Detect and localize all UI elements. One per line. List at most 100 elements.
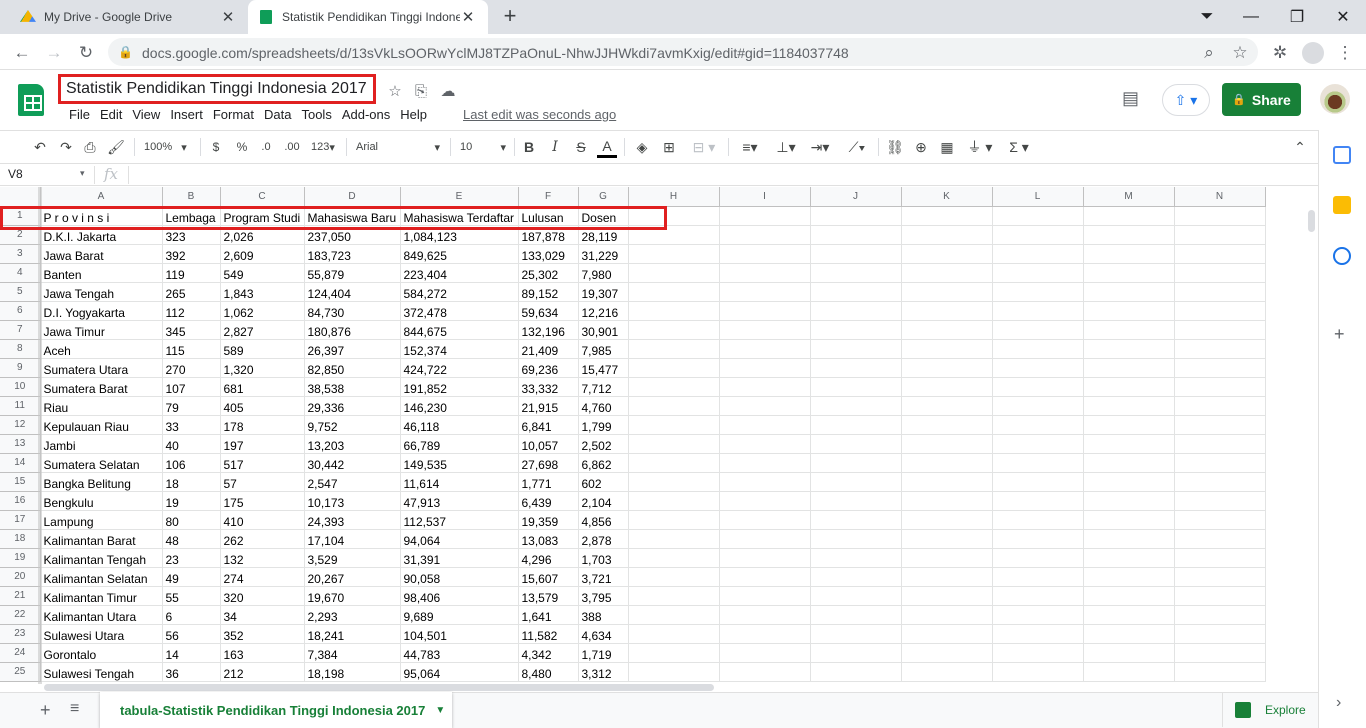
cell[interactable] — [628, 225, 720, 245]
cell[interactable]: 40 — [162, 434, 221, 454]
cell[interactable]: 55 — [162, 586, 221, 606]
cell[interactable] — [628, 453, 720, 473]
calendar-icon[interactable] — [1333, 146, 1351, 164]
cell[interactable]: 146,230 — [400, 396, 519, 416]
cell[interactable]: 133,029 — [518, 244, 579, 264]
cell[interactable]: 21,409 — [518, 339, 579, 359]
cell[interactable] — [1083, 358, 1175, 378]
all-sheets-icon[interactable]: ≡ — [70, 700, 79, 718]
cell[interactable]: 180,876 — [304, 320, 401, 340]
cell[interactable]: Riau — [40, 396, 163, 416]
cell[interactable] — [1174, 434, 1266, 454]
cell[interactable] — [628, 624, 720, 644]
cell[interactable] — [810, 510, 902, 530]
row-header[interactable]: 3 — [0, 244, 41, 264]
column-header[interactable]: N — [1174, 187, 1266, 207]
row-header[interactable]: 12 — [0, 415, 41, 435]
cell[interactable]: 2,104 — [578, 491, 629, 511]
cell[interactable] — [992, 415, 1084, 435]
cell[interactable] — [992, 605, 1084, 625]
cell[interactable]: 9,689 — [400, 605, 519, 625]
cell[interactable] — [1174, 263, 1266, 283]
cell[interactable]: Lembaga — [162, 206, 221, 226]
column-header[interactable]: G — [578, 187, 629, 207]
cell[interactable]: 89,152 — [518, 282, 579, 302]
cell[interactable]: 30,442 — [304, 453, 401, 473]
cell[interactable]: 112 — [162, 301, 221, 321]
cell[interactable] — [901, 225, 993, 245]
row-header[interactable]: 24 — [0, 643, 41, 663]
cell[interactable]: 4,760 — [578, 396, 629, 416]
cell[interactable]: 19 — [162, 491, 221, 511]
cell[interactable] — [1174, 453, 1266, 473]
cell[interactable]: 59,634 — [518, 301, 579, 321]
cell[interactable] — [1174, 624, 1266, 644]
horizontal-align-icon[interactable]: ≡▾ — [736, 136, 764, 158]
cell[interactable]: Program Studi — [220, 206, 305, 226]
cell[interactable]: Kalimantan Barat — [40, 529, 163, 549]
cell[interactable]: 2,502 — [578, 434, 629, 454]
cell[interactable]: 56 — [162, 624, 221, 644]
cell[interactable]: 4,856 — [578, 510, 629, 530]
cell[interactable] — [1083, 529, 1175, 549]
row-header[interactable]: 16 — [0, 491, 41, 511]
cell[interactable] — [901, 282, 993, 302]
increase-decimal-button[interactable]: .00 — [282, 136, 302, 158]
column-header[interactable]: I — [719, 187, 811, 207]
cell[interactable]: 11,582 — [518, 624, 579, 644]
print-icon[interactable]: ⎙ — [80, 136, 100, 158]
frozen-divider[interactable] — [38, 187, 42, 684]
cell[interactable]: D.K.I. Jakarta — [40, 225, 163, 245]
close-icon[interactable]: ✕ — [460, 8, 476, 26]
bookmark-star-icon[interactable]: ☆ — [1229, 42, 1251, 64]
cell[interactable] — [810, 605, 902, 625]
cell[interactable] — [719, 548, 811, 568]
redo-icon[interactable]: ↷ — [56, 136, 76, 158]
cell[interactable]: 15,607 — [518, 567, 579, 587]
cell[interactable]: 7,384 — [304, 643, 401, 663]
cell[interactable] — [1083, 339, 1175, 359]
cell[interactable]: 38,538 — [304, 377, 401, 397]
cell[interactable] — [719, 263, 811, 283]
menu-help[interactable]: Help — [395, 107, 432, 125]
cell[interactable] — [992, 662, 1084, 682]
text-color-icon[interactable]: A — [597, 136, 617, 158]
cell[interactable]: 33 — [162, 415, 221, 435]
row-header[interactable]: 8 — [0, 339, 41, 359]
cell[interactable] — [719, 567, 811, 587]
cell[interactable] — [1174, 415, 1266, 435]
vertical-scrollbar[interactable] — [1306, 207, 1318, 684]
cell[interactable]: Mahasiswa Terdaftar — [400, 206, 519, 226]
cell[interactable] — [1174, 472, 1266, 492]
cell[interactable] — [810, 415, 902, 435]
cell[interactable] — [992, 529, 1084, 549]
cell[interactable]: D.I. Yogyakarta — [40, 301, 163, 321]
cell[interactable] — [901, 339, 993, 359]
cell[interactable] — [901, 244, 993, 264]
vertical-align-icon[interactable]: ⊥▾ — [772, 136, 800, 158]
cell[interactable] — [628, 434, 720, 454]
cell[interactable]: Sulawesi Tengah — [40, 662, 163, 682]
cell[interactable] — [719, 339, 811, 359]
cell[interactable] — [901, 396, 993, 416]
cell[interactable] — [810, 548, 902, 568]
cell[interactable]: 17,104 — [304, 529, 401, 549]
text-rotation-icon[interactable]: ⟋▾ — [842, 136, 872, 158]
browser-tab-sheets[interactable]: Statistik Pendidikan Tinggi Indonesia 20… — [248, 0, 488, 34]
cell[interactable]: 549 — [220, 263, 305, 283]
cell[interactable] — [1083, 301, 1175, 321]
cell[interactable] — [1174, 301, 1266, 321]
cell[interactable]: 405 — [220, 396, 305, 416]
select-all-corner[interactable] — [0, 187, 41, 207]
cell[interactable] — [719, 301, 811, 321]
cell[interactable]: 119 — [162, 263, 221, 283]
cell[interactable] — [719, 206, 811, 226]
cell[interactable] — [628, 586, 720, 606]
cell[interactable]: 352 — [220, 624, 305, 644]
column-header[interactable]: D — [304, 187, 401, 207]
cell[interactable]: 1,084,123 — [400, 225, 519, 245]
cell[interactable]: 10,057 — [518, 434, 579, 454]
cell[interactable]: 47,913 — [400, 491, 519, 511]
forward-icon[interactable]: → — [43, 42, 65, 64]
cell[interactable] — [992, 282, 1084, 302]
